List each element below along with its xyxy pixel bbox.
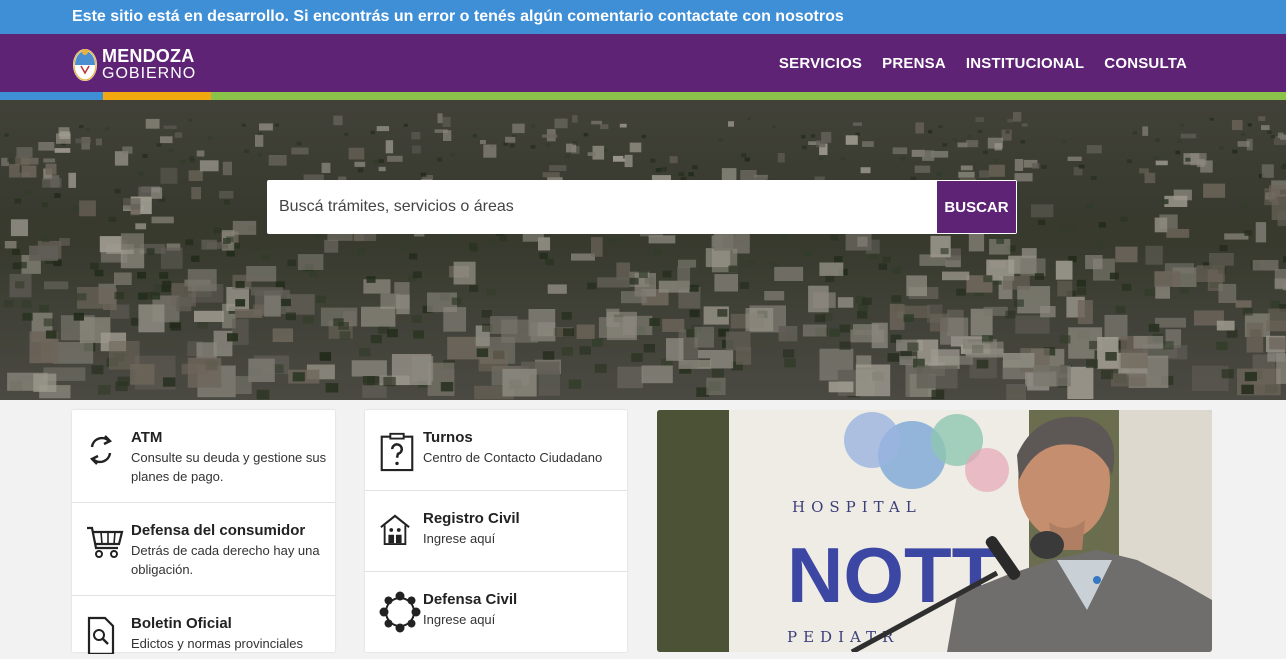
- hero-city-image: [0, 100, 1286, 400]
- mendoza-logo[interactable]: MENDOZA GOBIERNO: [72, 45, 196, 83]
- card-atm-desc: Consulte su deuda y gestione sus planes …: [131, 448, 331, 486]
- stripe-blue: [0, 92, 103, 100]
- nav-servicios[interactable]: SERVICIOS: [779, 55, 862, 72]
- card-defensa-consumidor[interactable]: Defensa del consumidor Detrás de cada de…: [72, 503, 335, 596]
- card-defensa-consumidor-title: Defensa del consumidor: [131, 522, 305, 539]
- color-stripe: [0, 92, 1286, 100]
- services-column-left: ATM Consulte su deuda y gestione sus pla…: [72, 410, 335, 652]
- dev-banner-text: Este sitio está en desarrollo. Si encont…: [72, 8, 844, 25]
- nav-prensa[interactable]: PRENSA: [882, 55, 946, 72]
- main-nav: SERVICIOS PRENSA INSTITUCIONAL CONSULTA: [779, 34, 1187, 92]
- governor-speech-photo: HOSPITAL NOTT PEDIATR: [657, 410, 1212, 652]
- sync-arrows-icon: [86, 431, 116, 474]
- card-defensa-consumidor-desc: Detrás de cada derecho hay una obligació…: [131, 541, 331, 579]
- house-family-icon: [379, 512, 411, 553]
- featured-news-photo[interactable]: HOSPITAL NOTT PEDIATR: [657, 410, 1212, 652]
- card-boletin-oficial-title: Boletin Oficial: [131, 615, 232, 632]
- stripe-green: [211, 92, 1286, 100]
- nav-consulta[interactable]: CONSULTA: [1104, 55, 1187, 72]
- shopping-cart-icon: [86, 523, 124, 566]
- dev-banner: Este sitio está en desarrollo. Si encont…: [0, 0, 1286, 34]
- clipboard-question-icon: [379, 430, 415, 477]
- search-input[interactable]: [267, 180, 936, 234]
- card-boletin-oficial[interactable]: Boletin Oficial Edictos y normas provinc…: [72, 596, 335, 652]
- card-defensa-civil-title: Defensa Civil: [423, 591, 517, 608]
- logo-line-mendoza: MENDOZA: [102, 47, 196, 65]
- coat-of-arms-icon: [72, 45, 98, 83]
- card-turnos[interactable]: Turnos Centro de Contacto Ciudadano: [365, 410, 627, 491]
- card-turnos-desc: Centro de Contacto Ciudadano: [423, 448, 623, 467]
- photo-sign-hospital: HOSPITAL: [792, 498, 922, 516]
- card-registro-civil[interactable]: Registro Civil Ingrese aquí: [365, 491, 627, 572]
- card-atm[interactable]: ATM Consulte su deuda y gestione sus pla…: [72, 410, 335, 503]
- city-aerial-illustration: [0, 100, 1286, 400]
- card-registro-civil-title: Registro Civil: [423, 510, 520, 527]
- search-button[interactable]: BUSCAR: [937, 181, 1016, 233]
- card-defensa-civil-desc: Ingrese aquí: [423, 610, 623, 629]
- stripe-yellow: [103, 92, 211, 100]
- card-defensa-civil[interactable]: Defensa Civil Ingrese aquí: [365, 572, 627, 652]
- card-registro-civil-desc: Ingrese aquí: [423, 529, 623, 548]
- card-boletin-oficial-desc: Edictos y normas provinciales: [131, 634, 331, 653]
- services-column-middle: Turnos Centro de Contacto Ciudadano Regi…: [365, 410, 627, 652]
- card-atm-title: ATM: [131, 429, 162, 446]
- main-navbar: MENDOZA GOBIERNO SERVICIOS PRENSA INSTIT…: [0, 34, 1286, 92]
- search-bar: BUSCAR: [267, 180, 1017, 234]
- nav-institucional[interactable]: INSTITUCIONAL: [966, 55, 1084, 72]
- card-turnos-title: Turnos: [423, 429, 473, 446]
- document-search-icon: [86, 616, 116, 659]
- logo-line-gobierno: GOBIERNO: [102, 66, 196, 82]
- people-circle-icon: [379, 591, 421, 638]
